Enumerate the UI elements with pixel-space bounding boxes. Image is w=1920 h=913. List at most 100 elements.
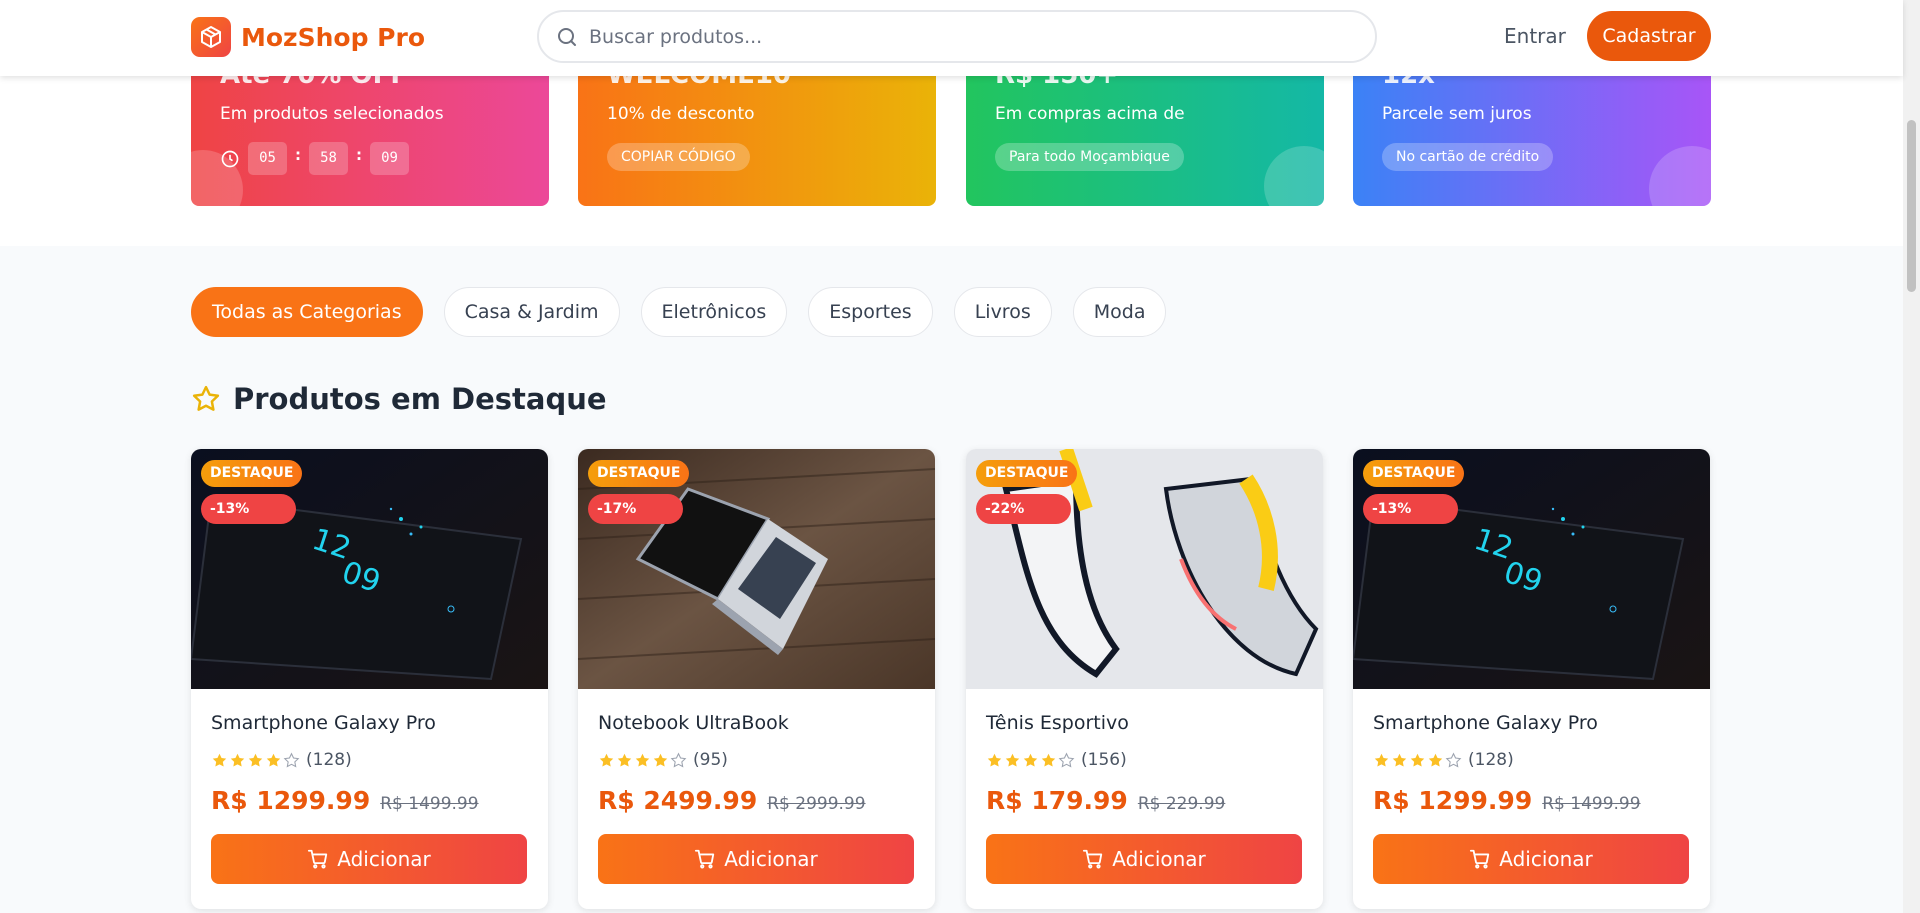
star-filled-icon bbox=[635, 753, 650, 767]
star-rating bbox=[211, 752, 300, 769]
star-filled-icon bbox=[1410, 753, 1425, 767]
copy-code-button[interactable]: COPIAR CÓDIGO bbox=[607, 143, 750, 171]
product-card[interactable]: DESTAQUE -22% Tênis Esportivo (156) R$ 1… bbox=[966, 449, 1323, 909]
star-filled-icon bbox=[248, 753, 263, 767]
countdown-seconds: 09 bbox=[370, 142, 409, 175]
category-fashion[interactable]: Moda bbox=[1072, 287, 1167, 337]
product-price: R$ 1299.99 R$ 1499.99 bbox=[1373, 786, 1641, 815]
promo-pill: No cartão de crédito bbox=[1382, 143, 1554, 171]
product-rating: (156) bbox=[986, 750, 1127, 770]
cart-icon bbox=[1470, 849, 1490, 869]
star-rating bbox=[1373, 752, 1462, 769]
promo-subtitle: 10% de desconto bbox=[607, 104, 755, 124]
section-title: Produtos em Destaque bbox=[233, 382, 607, 416]
star-filled-icon bbox=[617, 753, 632, 767]
star-outline-icon bbox=[670, 752, 687, 767]
star-filled-icon bbox=[1041, 753, 1056, 767]
product-name[interactable]: Smartphone Galaxy Pro bbox=[1373, 712, 1598, 734]
star-rating bbox=[598, 752, 687, 769]
category-electronics[interactable]: Eletrônicos bbox=[640, 287, 788, 337]
product-card[interactable]: 12 09 DESTAQUE -13% Smartphone Galaxy Pr… bbox=[1353, 449, 1710, 909]
promo-subtitle: Em produtos selecionados bbox=[220, 104, 444, 124]
star-outline-icon bbox=[1058, 752, 1075, 767]
countdown-minutes: 58 bbox=[309, 142, 348, 175]
add-to-cart-button[interactable]: Adicionar bbox=[986, 834, 1302, 884]
site-header: MozShop Pro Entrar Cadastrar bbox=[0, 0, 1903, 76]
product-card[interactable]: 12 09 DESTAQUE -13% Smartphone Galaxy Pr… bbox=[191, 449, 548, 909]
current-price: R$ 2499.99 bbox=[598, 786, 758, 815]
add-to-cart-button[interactable]: Adicionar bbox=[211, 834, 527, 884]
countdown-separator: : bbox=[295, 145, 301, 164]
page-scrollbar[interactable] bbox=[1903, 0, 1920, 913]
featured-badge: DESTAQUE bbox=[976, 460, 1078, 487]
add-to-cart-label: Adicionar bbox=[724, 847, 818, 871]
featured-badge: DESTAQUE bbox=[1363, 460, 1465, 487]
product-rating: (128) bbox=[211, 750, 352, 770]
original-price: R$ 2999.99 bbox=[767, 794, 866, 814]
star-outline-icon bbox=[283, 752, 300, 767]
star-filled-icon bbox=[212, 753, 227, 767]
star-filled-icon bbox=[266, 753, 281, 767]
add-to-cart-label: Adicionar bbox=[1499, 847, 1593, 871]
promo-subtitle: Em compras acima de bbox=[995, 104, 1185, 124]
product-name[interactable]: Tênis Esportivo bbox=[986, 712, 1129, 734]
cart-icon bbox=[1083, 849, 1103, 869]
product-price: R$ 2499.99 R$ 2999.99 bbox=[598, 786, 866, 815]
product-rating: (128) bbox=[1373, 750, 1514, 770]
star-filled-icon bbox=[1392, 753, 1407, 767]
search-input[interactable] bbox=[589, 25, 1349, 48]
add-to-cart-button[interactable]: Adicionar bbox=[598, 834, 914, 884]
promo-pill: Para todo Moçambique bbox=[995, 143, 1184, 171]
category-home-garden[interactable]: Casa & Jardim bbox=[443, 287, 620, 337]
original-price: R$ 229.99 bbox=[1137, 794, 1226, 814]
add-to-cart-button[interactable]: Adicionar bbox=[1373, 834, 1689, 884]
star-filled-icon bbox=[230, 753, 245, 767]
product-card[interactable]: DESTAQUE -17% Notebook UltraBook (95) R$… bbox=[578, 449, 935, 909]
current-price: R$ 1299.99 bbox=[1373, 786, 1533, 815]
featured-badge: DESTAQUE bbox=[588, 460, 690, 487]
star-filled-icon bbox=[653, 753, 668, 767]
star-filled-icon bbox=[1005, 753, 1020, 767]
countdown-timer: 05 : 58 : 09 bbox=[220, 142, 409, 175]
review-count: (95) bbox=[693, 750, 728, 770]
category-sports[interactable]: Esportes bbox=[808, 287, 933, 337]
search-icon bbox=[558, 27, 576, 46]
add-to-cart-label: Adicionar bbox=[1112, 847, 1206, 871]
cart-icon bbox=[695, 849, 715, 869]
decorative-circle bbox=[1264, 146, 1324, 206]
decorative-circle bbox=[1649, 146, 1711, 206]
brand-logo[interactable]: MozShop Pro bbox=[191, 17, 425, 57]
discount-badge: -13% bbox=[201, 494, 296, 524]
star-filled-icon bbox=[1023, 753, 1038, 767]
cart-icon bbox=[308, 849, 328, 869]
product-name[interactable]: Smartphone Galaxy Pro bbox=[211, 712, 436, 734]
discount-badge: -22% bbox=[976, 494, 1071, 524]
star-filled-icon bbox=[987, 753, 1002, 767]
countdown-hours: 05 bbox=[248, 142, 287, 175]
star-rating bbox=[986, 752, 1075, 769]
review-count: (128) bbox=[306, 750, 352, 770]
star-filled-icon bbox=[1428, 753, 1443, 767]
package-icon bbox=[191, 17, 231, 57]
star-outline-icon bbox=[192, 385, 220, 411]
featured-heading: Produtos em Destaque bbox=[191, 382, 607, 416]
original-price: R$ 1499.99 bbox=[380, 794, 479, 814]
signup-button[interactable]: Cadastrar bbox=[1587, 11, 1711, 61]
scrollbar-thumb[interactable] bbox=[1907, 120, 1916, 292]
star-filled-icon bbox=[599, 753, 614, 767]
featured-badge: DESTAQUE bbox=[201, 460, 303, 487]
star-outline-icon bbox=[1445, 752, 1462, 767]
category-books[interactable]: Livros bbox=[953, 287, 1052, 337]
product-price: R$ 1299.99 R$ 1499.99 bbox=[211, 786, 479, 815]
countdown-separator: : bbox=[356, 145, 362, 164]
add-to-cart-label: Adicionar bbox=[337, 847, 431, 871]
review-count: (128) bbox=[1468, 750, 1514, 770]
product-name[interactable]: Notebook UltraBook bbox=[598, 712, 789, 734]
category-all[interactable]: Todas as Categorias bbox=[191, 287, 423, 337]
product-price: R$ 179.99 R$ 229.99 bbox=[986, 786, 1225, 815]
brand-name: MozShop Pro bbox=[241, 22, 426, 52]
current-price: R$ 1299.99 bbox=[211, 786, 371, 815]
current-price: R$ 179.99 bbox=[986, 786, 1128, 815]
login-link[interactable]: Entrar bbox=[1504, 24, 1566, 48]
discount-badge: -13% bbox=[1363, 494, 1458, 524]
